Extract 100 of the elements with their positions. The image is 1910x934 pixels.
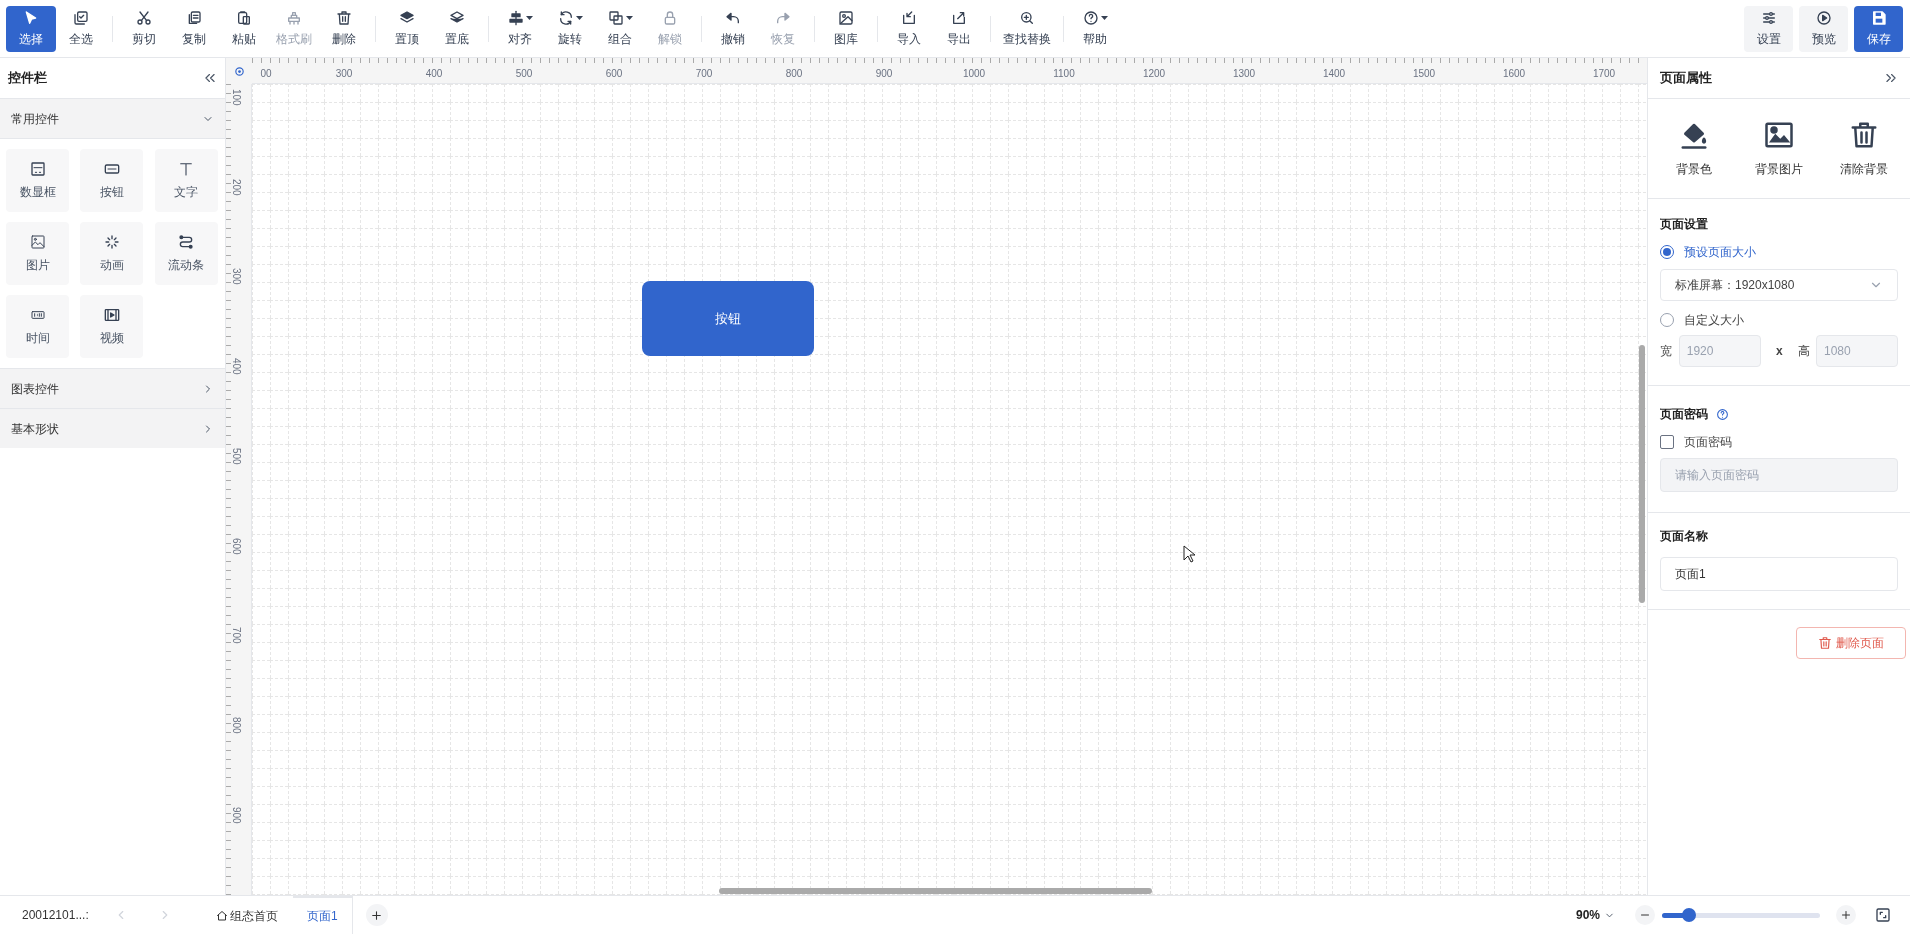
background-action[interactable]: 背景色 <box>1652 99 1737 198</box>
brush-icon <box>286 10 302 26</box>
export-icon <box>951 10 967 26</box>
select-all-icon <box>73 10 89 26</box>
toolbar-button[interactable]: 组合 <box>595 5 645 52</box>
panel-title: 页面属性 <box>1660 69 1712 88</box>
toolbar-button[interactable]: 查找替换 <box>997 5 1057 52</box>
ruler-label: 1500 <box>1412 67 1436 81</box>
toolbar-button[interactable]: 预览 <box>1799 5 1848 52</box>
trash-icon <box>1818 636 1832 650</box>
rotate-icon <box>557 10 574 26</box>
background-action[interactable]: 清除背景 <box>1821 99 1906 198</box>
toolbar-button[interactable]: 撤销 <box>708 5 758 52</box>
import-icon <box>901 10 917 26</box>
target-icon <box>233 65 245 77</box>
scissors-icon <box>136 10 152 26</box>
image-icon <box>838 10 854 26</box>
control-tile[interactable]: 动画 <box>80 222 144 285</box>
ruler-label: 500 <box>230 447 242 465</box>
radio-label[interactable]: 自定义大小 <box>1684 311 1744 329</box>
ruler-label: 300 <box>230 268 242 286</box>
toolbar-button[interactable]: 全选 <box>56 5 106 52</box>
toolbar-button[interactable]: 选择 <box>6 5 56 52</box>
section-header[interactable]: 图表控件 <box>0 368 225 408</box>
toolbar-button[interactable]: 保存 <box>1854 5 1903 52</box>
page-tab[interactable]: 页面1 <box>293 896 353 934</box>
delete-page-button[interactable]: 删除页面 <box>1796 627 1906 659</box>
toolbar-button[interactable]: 对齐 <box>495 5 545 52</box>
ruler-label: 1100 <box>1052 67 1076 81</box>
copy-icon <box>186 10 202 26</box>
ruler-label: 600 <box>230 537 242 555</box>
zoom-select[interactable]: 90% <box>1575 906 1615 924</box>
ruler-label: 00 <box>259 67 273 81</box>
canvas-button[interactable]: 按钮 <box>642 281 814 356</box>
toolbar-button[interactable]: 粘贴 <box>219 5 269 52</box>
expand-icon <box>1884 71 1898 85</box>
lock-icon <box>662 10 678 26</box>
section-header[interactable]: 基本形状 <box>0 408 225 448</box>
control-tile[interactable]: 流动条 <box>154 222 218 285</box>
ruler-label: 1600 <box>1502 67 1526 81</box>
plus-icon <box>1840 909 1852 921</box>
control-tile[interactable]: 数显框 <box>6 149 69 212</box>
slider-thumb[interactable] <box>1681 908 1696 922</box>
clipboard-icon <box>236 10 252 26</box>
ruler-label: 700 <box>230 627 242 644</box>
ruler-label: 900 <box>874 67 894 81</box>
horizontal-scrollbar[interactable] <box>719 888 1152 894</box>
zoom-out-button[interactable] <box>1635 905 1655 925</box>
toolbar-button[interactable]: 置底 <box>432 5 482 52</box>
plus-icon <box>370 908 384 922</box>
radio-label[interactable]: 预设页面大小 <box>1684 243 1756 261</box>
cursor-icon <box>23 10 39 26</box>
flow-icon <box>178 233 195 250</box>
control-tile[interactable]: 图片 <box>6 222 69 285</box>
page-name-field[interactable]: 页面1 <box>1660 557 1898 591</box>
zoom-in-button[interactable] <box>1836 905 1856 925</box>
section-header[interactable]: 常用控件 <box>0 98 225 138</box>
redo-icon <box>775 10 791 26</box>
undo-icon <box>725 10 741 26</box>
toolbar-button[interactable]: 复制 <box>169 5 219 52</box>
vertical-scrollbar[interactable] <box>1639 345 1645 603</box>
zoom-slider[interactable] <box>1662 907 1820 923</box>
ruler-label: 1200 <box>1142 67 1166 81</box>
help-icon <box>1082 10 1099 26</box>
ruler-label: 1000 <box>962 67 986 81</box>
toolbar-button[interactable]: 旋转 <box>545 5 595 52</box>
ruler-label: 1400 <box>1322 67 1346 81</box>
toolbar-button[interactable]: 置顶 <box>382 5 432 52</box>
toolbar-button[interactable]: 导入 <box>884 5 934 52</box>
toolbar-button[interactable]: 导出 <box>934 5 984 52</box>
background-action[interactable]: 背景图片 <box>1736 99 1822 198</box>
cursor-icon <box>1183 545 1195 563</box>
caret-icon <box>575 16 583 20</box>
control-tile[interactable]: 时间 <box>6 295 69 358</box>
section-title: 页面名称 <box>1660 528 1709 545</box>
help-icon <box>1716 407 1729 421</box>
section-title: 页面密码 <box>1660 406 1708 423</box>
toolbar-button[interactable]: 设置 <box>1744 5 1793 52</box>
number-display-icon <box>29 160 46 177</box>
add-page-button[interactable] <box>365 904 388 926</box>
toolbar-button[interactable]: 删除 <box>319 5 369 52</box>
control-tile[interactable]: 文字 <box>154 149 218 212</box>
ruler-label: 300 <box>334 67 354 81</box>
page-tab[interactable]: 组态首页 <box>202 896 293 934</box>
ruler-label: 700 <box>694 67 714 81</box>
film-icon <box>103 306 120 323</box>
image-icon <box>29 233 46 250</box>
panel-title: 控件栏 <box>8 69 47 88</box>
zoom-icon <box>1019 10 1035 26</box>
toolbar-button[interactable]: 剪切 <box>119 5 169 52</box>
control-tile[interactable]: 视频 <box>80 295 144 358</box>
project-name: 20012101...: <box>22 907 90 924</box>
control-tile[interactable]: 按钮 <box>80 149 144 212</box>
preset-select[interactable]: 标准屏幕：1920x1080 <box>1660 269 1898 301</box>
ruler-label: 1700 <box>1592 67 1616 81</box>
fullscreen-icon <box>1875 907 1891 923</box>
caret-icon <box>525 16 533 20</box>
toolbar-button[interactable]: 图库 <box>821 5 871 52</box>
save-icon <box>1870 9 1887 26</box>
toolbar-button[interactable]: 帮助 <box>1070 5 1120 52</box>
